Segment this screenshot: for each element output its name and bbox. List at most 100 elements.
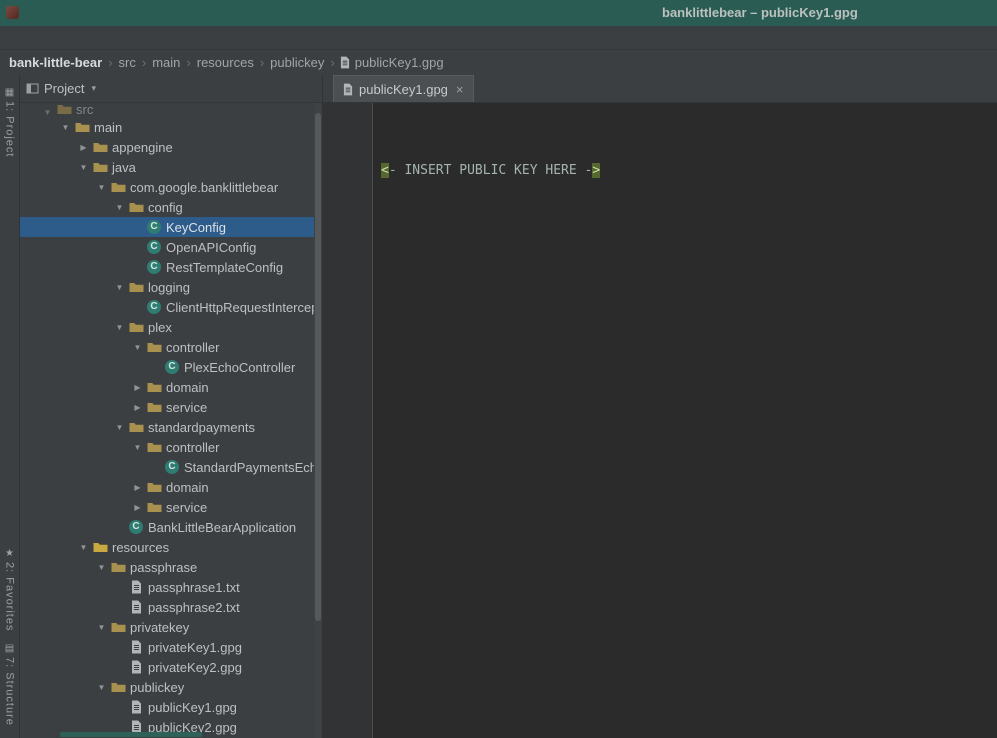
expand-toggle-icon[interactable] — [112, 203, 127, 212]
tree-item[interactable]: C java — [20, 157, 322, 177]
breadcrumb-item-label: bank-little-bear — [8, 53, 103, 72]
tree-item[interactable]: C passphrase — [20, 557, 322, 577]
tree-item[interactable]: C appengine — [20, 137, 322, 157]
menu-item[interactable] — [38, 35, 56, 41]
project-view-selector[interactable]: Project ▾ — [26, 81, 96, 96]
expand-toggle-icon[interactable] — [130, 483, 145, 492]
expand-toggle-icon[interactable] — [130, 403, 145, 412]
expand-toggle-icon[interactable] — [94, 183, 109, 192]
favorites-tool-button[interactable]: ★ 2: Favorites — [4, 548, 16, 631]
tree-item[interactable]: C resources — [20, 537, 322, 557]
tree-item[interactable]: C privateKey1.gpg — [20, 637, 322, 657]
tree-item[interactable]: C publickey — [20, 677, 322, 697]
expand-toggle-icon[interactable] — [130, 443, 145, 452]
tree-item[interactable]: C StandardPaymentsEch — [20, 457, 322, 477]
breadcrumb-segment[interactable]: resources › — [196, 53, 269, 72]
expand-toggle-icon[interactable] — [40, 108, 55, 117]
tree-item[interactable]: C RestTemplateConfig — [20, 257, 322, 277]
tree-item[interactable]: C domain — [20, 477, 322, 497]
breadcrumb-segment[interactable]: bank-little-bear › — [8, 53, 118, 72]
menu-item[interactable] — [218, 35, 236, 41]
editor-tab[interactable]: publicKey1.gpg × — [333, 75, 474, 102]
menu-item[interactable] — [128, 35, 146, 41]
vertical-scrollbar-thumb[interactable] — [315, 113, 321, 621]
tree-item[interactable]: C service — [20, 497, 322, 517]
code-line: <- INSERT PUBLIC KEY HERE -> — [381, 162, 997, 180]
expand-toggle-icon[interactable] — [94, 623, 109, 632]
tree-item-label: StandardPaymentsEch — [181, 460, 317, 475]
breadcrumb-item-label: resources — [196, 53, 255, 72]
breadcrumb-item-label: publickey — [269, 53, 325, 72]
tree-item[interactable]: C logging — [20, 277, 322, 297]
close-icon[interactable]: × — [456, 82, 464, 97]
breadcrumb-segment[interactable]: publicKey1.gpg › — [340, 53, 445, 72]
editor-content[interactable]: <- INSERT PUBLIC KEY HERE -> — [323, 103, 997, 738]
expand-toggle-icon[interactable] — [76, 163, 91, 172]
menu-item[interactable] — [164, 35, 182, 41]
horizontal-scrollbar-thumb[interactable] — [60, 732, 202, 737]
expand-toggle-icon[interactable] — [130, 383, 145, 392]
folder-icon: C — [109, 559, 127, 575]
menu-item[interactable] — [146, 35, 164, 41]
structure-tool-button[interactable]: ▤ 7: Structure — [4, 643, 16, 726]
expand-toggle-icon[interactable] — [112, 283, 127, 292]
project-tool-button[interactable]: ▦ 1: Project — [4, 87, 16, 157]
tree-item-label: appengine — [109, 140, 173, 155]
menu-item[interactable] — [236, 35, 254, 41]
menu-item[interactable] — [92, 35, 110, 41]
folder-icon: C — [109, 679, 127, 695]
tree-item[interactable]: C publicKey1.gpg — [20, 697, 322, 717]
tree-item[interactable]: C KeyConfig — [20, 217, 322, 237]
expand-toggle-icon[interactable] — [76, 543, 91, 552]
menu-item[interactable] — [74, 35, 92, 41]
tree-item[interactable]: C privatekey — [20, 617, 322, 637]
app-window-icon[interactable] — [6, 6, 19, 19]
tree-item[interactable]: C plex — [20, 317, 322, 337]
expand-toggle-icon[interactable] — [94, 563, 109, 572]
breadcrumb-segment[interactable]: main › — [151, 53, 196, 72]
tree-item[interactable]: C src — [20, 103, 322, 117]
breadcrumb-segment[interactable]: src › — [118, 53, 152, 72]
expand-toggle-icon[interactable] — [76, 143, 91, 152]
package-icon: C — [145, 439, 163, 455]
project-panel: Project ▾ C src — [20, 75, 322, 738]
tree-item[interactable]: C main — [20, 117, 322, 137]
tree-item[interactable]: C passphrase2.txt — [20, 597, 322, 617]
tree-item[interactable]: C ClientHttpRequestIntercep — [20, 297, 322, 317]
code-view[interactable]: <- INSERT PUBLIC KEY HERE -> — [373, 103, 997, 738]
tool-window-label: 1: Project — [4, 101, 16, 157]
package-icon: C — [127, 199, 145, 215]
menu-item[interactable] — [110, 35, 128, 41]
tree-item[interactable]: C domain — [20, 377, 322, 397]
folder-icon: C — [109, 619, 127, 635]
breadcrumb-segment[interactable]: publickey › — [269, 53, 340, 72]
chevron-right-icon: › — [260, 55, 264, 70]
menu-item[interactable] — [56, 35, 74, 41]
tree-item[interactable]: C privateKey2.gpg — [20, 657, 322, 677]
tree-item[interactable]: C passphrase1.txt — [20, 577, 322, 597]
expand-toggle-icon[interactable] — [130, 343, 145, 352]
expand-toggle-icon[interactable] — [112, 423, 127, 432]
menu-item[interactable] — [2, 35, 20, 41]
tree-item[interactable]: C standardpayments — [20, 417, 322, 437]
tree-item[interactable]: C controller — [20, 337, 322, 357]
tree-item[interactable]: C OpenAPIConfig — [20, 237, 322, 257]
tree-item[interactable]: C BankLittleBearApplication — [20, 517, 322, 537]
tree-item[interactable]: C controller — [20, 437, 322, 457]
menu-item[interactable] — [182, 35, 200, 41]
class-icon: C — [165, 460, 179, 474]
expand-toggle-icon[interactable] — [112, 323, 127, 332]
tool-window-icon: ▦ — [5, 87, 14, 98]
tree-item[interactable]: C config — [20, 197, 322, 217]
menu-item[interactable] — [20, 35, 38, 41]
tree-item[interactable]: C com.google.banklittlebear — [20, 177, 322, 197]
expand-toggle-icon[interactable] — [58, 123, 73, 132]
class-icon: C — [147, 300, 161, 314]
expand-toggle-icon[interactable] — [94, 683, 109, 692]
project-panel-header: Project ▾ — [20, 75, 322, 103]
menu-item[interactable] — [200, 35, 218, 41]
expand-toggle-icon[interactable] — [130, 503, 145, 512]
tree-item[interactable]: C PlexEchoController — [20, 357, 322, 377]
vertical-scrollbar[interactable] — [314, 103, 322, 738]
tree-item[interactable]: C service — [20, 397, 322, 417]
